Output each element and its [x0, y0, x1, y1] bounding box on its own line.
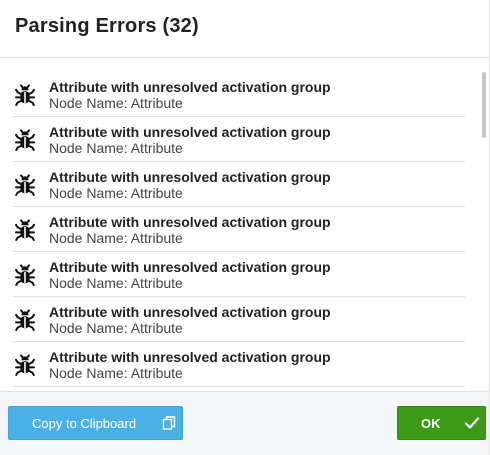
error-list-item[interactable]: Attribute with unresolved activation gro… [13, 252, 465, 297]
error-node-name: Node Name: Attribute [49, 185, 183, 201]
error-node-name: Node Name: Attribute [49, 230, 183, 246]
error-node-name: Node Name: Attribute [49, 95, 183, 111]
error-list-item[interactable]: Attribute with unresolved activation gro… [13, 297, 465, 342]
error-title: Attribute with unresolved activation gro… [49, 169, 331, 185]
checkmark-icon [464, 417, 480, 429]
dialog-header: Parsing Errors (32) [0, 0, 489, 58]
bug-icon [13, 263, 37, 287]
error-list-item[interactable]: Attribute with unresolved activation gro… [13, 162, 465, 207]
error-list-item[interactable]: Attribute with unresolved activation gro… [13, 342, 465, 387]
error-node-name: Node Name: Attribute [49, 320, 183, 336]
copy-to-clipboard-button[interactable]: Copy to Clipboard [8, 406, 183, 440]
scrollbar-thumb[interactable] [482, 72, 486, 138]
error-title: Attribute with unresolved activation gro… [49, 349, 331, 365]
error-title: Attribute with unresolved activation gro… [49, 214, 331, 230]
parsing-errors-dialog: Parsing Errors (32) Attribute with unres… [0, 0, 490, 455]
error-title: Attribute with unresolved activation gro… [49, 304, 331, 320]
bug-icon [13, 218, 37, 242]
bug-icon [13, 353, 37, 377]
error-list-item[interactable]: Attribute with unresolved activation gro… [13, 387, 465, 388]
dialog-footer: Copy to Clipboard OK [0, 391, 489, 455]
error-node-name: Node Name: Attribute [49, 365, 183, 381]
bug-icon [13, 173, 37, 197]
bug-icon [13, 83, 37, 107]
ok-button[interactable]: OK [397, 406, 486, 440]
error-list[interactable]: Attribute with unresolved activation gro… [0, 72, 489, 388]
bug-icon [13, 128, 37, 152]
error-node-name: Node Name: Attribute [49, 275, 183, 291]
error-title: Attribute with unresolved activation gro… [49, 79, 331, 95]
error-list-item[interactable]: Attribute with unresolved activation gro… [13, 72, 465, 117]
ok-label: OK [421, 416, 441, 431]
dialog-title: Parsing Errors (32) [15, 15, 199, 37]
bug-icon [13, 308, 37, 332]
clipboard-icon [162, 416, 176, 430]
error-title: Attribute with unresolved activation gro… [49, 259, 331, 275]
error-list-item[interactable]: Attribute with unresolved activation gro… [13, 117, 465, 162]
error-list-item[interactable]: Attribute with unresolved activation gro… [13, 207, 465, 252]
error-title: Attribute with unresolved activation gro… [49, 124, 331, 140]
error-node-name: Node Name: Attribute [49, 140, 183, 156]
copy-to-clipboard-label: Copy to Clipboard [32, 416, 137, 431]
